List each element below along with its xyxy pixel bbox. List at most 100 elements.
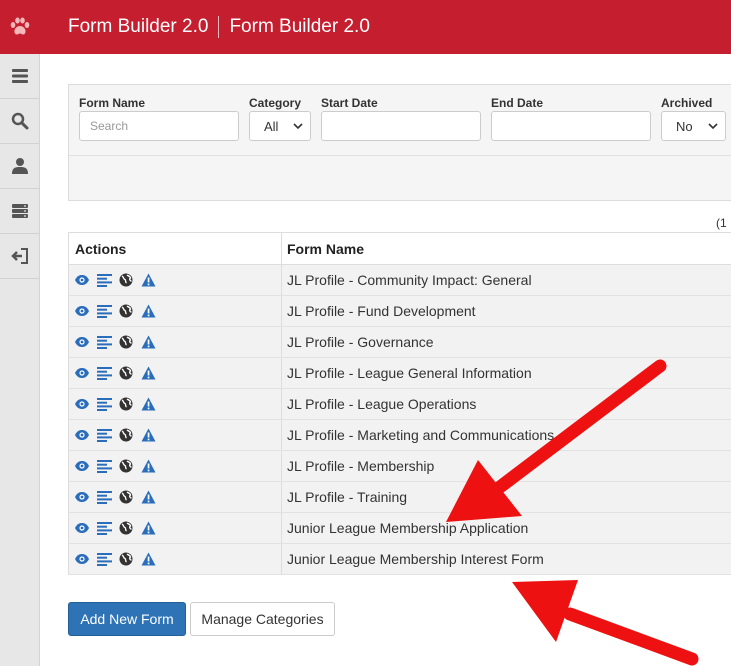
page-title: Form Builder 2.0 Form Builder 2.0	[68, 16, 370, 38]
warning-icon[interactable]	[140, 396, 156, 412]
app-name: Form Builder 2.0	[68, 16, 209, 37]
table-row: Junior League Membership Interest Form	[69, 544, 731, 575]
manage-categories-button[interactable]: Manage Categories	[190, 602, 335, 636]
form-name-cell[interactable]: Junior League Membership Application	[282, 513, 731, 543]
warning-icon[interactable]	[140, 427, 156, 443]
table-row: JL Profile - Training	[69, 482, 731, 513]
list-icon[interactable]	[96, 365, 112, 381]
globe-icon[interactable]	[118, 303, 134, 319]
column-header-actions[interactable]: Actions	[69, 233, 282, 264]
column-header-form-name[interactable]: Form Name	[282, 233, 731, 264]
globe-icon[interactable]	[118, 396, 134, 412]
globe-icon[interactable]	[118, 551, 134, 567]
archived-label: Archived	[661, 96, 713, 110]
form-name-search-input[interactable]: Search	[79, 111, 239, 141]
table-row: JL Profile - Governance	[69, 327, 731, 358]
globe-icon[interactable]	[118, 365, 134, 381]
eye-icon[interactable]	[74, 458, 90, 474]
form-name-cell[interactable]: JL Profile - League Operations	[282, 389, 731, 419]
category-select[interactable]: All	[249, 111, 311, 141]
eye-icon[interactable]	[74, 334, 90, 350]
eye-icon[interactable]	[74, 365, 90, 381]
form-name-cell[interactable]: Junior League Membership Interest Form	[282, 544, 731, 574]
top-bar: Form Builder 2.0 Form Builder 2.0	[0, 0, 731, 54]
title-separator	[218, 16, 220, 38]
list-icon[interactable]	[96, 551, 112, 567]
sidebar	[0, 54, 40, 666]
list-icon[interactable]	[96, 520, 112, 536]
warning-icon[interactable]	[140, 458, 156, 474]
globe-icon[interactable]	[118, 427, 134, 443]
end-date-input[interactable]	[491, 111, 651, 141]
warning-icon[interactable]	[140, 272, 156, 288]
row-actions	[69, 451, 282, 481]
eye-icon[interactable]	[74, 303, 90, 319]
form-name-cell[interactable]: JL Profile - Training	[282, 482, 731, 512]
sidebar-item-server[interactable]	[0, 189, 39, 234]
add-new-form-button[interactable]: Add New Form	[68, 602, 186, 636]
list-icon[interactable]	[96, 458, 112, 474]
globe-icon[interactable]	[118, 520, 134, 536]
list-icon[interactable]	[96, 396, 112, 412]
sign-out-icon	[10, 248, 28, 264]
list-icon[interactable]	[96, 334, 112, 350]
sidebar-item-sign-out[interactable]	[0, 234, 39, 279]
table-row: JL Profile - Community Impact: General	[69, 265, 731, 296]
row-actions	[69, 358, 282, 388]
sidebar-item-user[interactable]	[0, 144, 39, 189]
form-name-cell[interactable]: JL Profile - League General Information	[282, 358, 731, 388]
form-name-label: Form Name	[79, 96, 146, 110]
form-name-cell[interactable]: JL Profile - Community Impact: General	[282, 265, 731, 295]
forms-table: Actions Form Name JL Profile - Community…	[68, 232, 731, 575]
row-actions	[69, 513, 282, 543]
form-name-cell[interactable]: JL Profile - Fund Development	[282, 296, 731, 326]
search-placeholder: Search	[90, 119, 129, 133]
warning-icon[interactable]	[140, 365, 156, 381]
warning-icon[interactable]	[140, 303, 156, 319]
category-value: All	[264, 118, 279, 134]
eye-icon[interactable]	[74, 272, 90, 288]
table-row: JL Profile - Membership	[69, 451, 731, 482]
warning-icon[interactable]	[140, 551, 156, 567]
table-body: JL Profile - Community Impact: General JL…	[69, 265, 731, 575]
warning-icon[interactable]	[140, 489, 156, 505]
chevron-down-icon	[708, 123, 718, 130]
list-icon[interactable]	[96, 303, 112, 319]
archived-select[interactable]: No	[661, 111, 726, 141]
server-icon	[11, 204, 28, 218]
globe-icon[interactable]	[118, 489, 134, 505]
list-icon[interactable]	[96, 272, 112, 288]
table-row: JL Profile - League General Information	[69, 358, 731, 389]
eye-icon[interactable]	[74, 427, 90, 443]
sidebar-item-menu[interactable]	[0, 54, 39, 99]
globe-icon[interactable]	[118, 272, 134, 288]
table-row: Junior League Membership Application	[69, 513, 731, 544]
start-date-label: Start Date	[321, 96, 378, 110]
eye-icon[interactable]	[74, 489, 90, 505]
start-date-input[interactable]	[321, 111, 481, 141]
form-name-cell[interactable]: JL Profile - Membership	[282, 451, 731, 481]
search-icon	[11, 112, 28, 130]
warning-icon[interactable]	[140, 520, 156, 536]
paw-icon[interactable]	[0, 0, 40, 54]
filter-divider	[69, 155, 731, 156]
row-actions	[69, 327, 282, 357]
filter-panel: Form Name Search Category All Start Date…	[68, 84, 731, 201]
annotation-arrow-lower	[512, 580, 699, 666]
list-icon[interactable]	[96, 427, 112, 443]
globe-icon[interactable]	[118, 334, 134, 350]
table-row: JL Profile - Marketing and Communication…	[69, 420, 731, 451]
globe-icon[interactable]	[118, 458, 134, 474]
menu-icon	[11, 69, 28, 83]
warning-icon[interactable]	[140, 334, 156, 350]
category-label: Category	[249, 96, 302, 110]
archived-value: No	[676, 118, 693, 134]
list-icon[interactable]	[96, 489, 112, 505]
eye-icon[interactable]	[74, 551, 90, 567]
sidebar-item-search[interactable]	[0, 99, 39, 144]
form-name-cell[interactable]: JL Profile - Marketing and Communication…	[282, 420, 731, 450]
eye-icon[interactable]	[74, 520, 90, 536]
eye-icon[interactable]	[74, 396, 90, 412]
form-name-cell[interactable]: JL Profile - Governance	[282, 327, 731, 357]
table-row: JL Profile - Fund Development	[69, 296, 731, 327]
